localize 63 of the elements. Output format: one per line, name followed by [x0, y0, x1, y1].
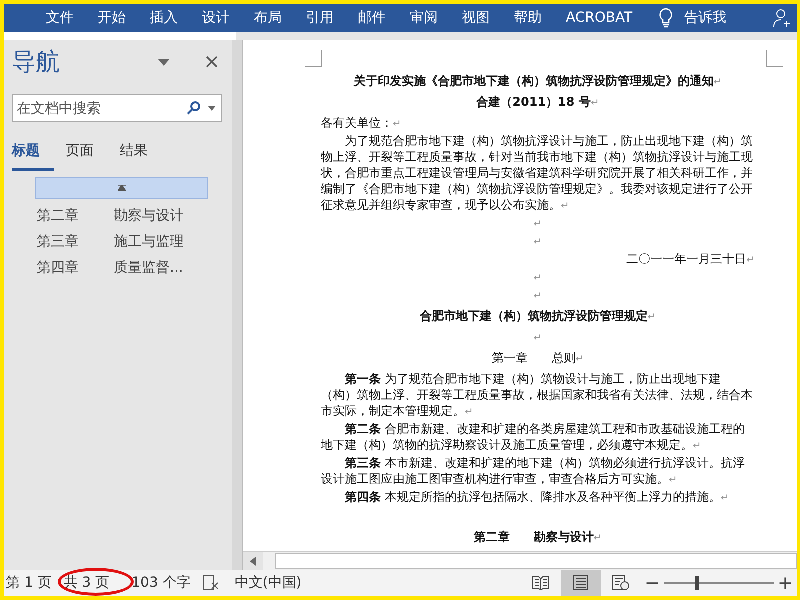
ribbon-tab[interactable]: 视图: [450, 9, 502, 27]
language-label[interactable]: 中文(中国): [234, 574, 302, 592]
search-icon[interactable]: [187, 101, 201, 115]
paragraph-mark: ↵: [532, 236, 544, 250]
collapse-triangle-icon: [118, 185, 126, 191]
search-box[interactable]: 在文档中搜索: [12, 94, 222, 122]
margin-corner-mark: [766, 50, 783, 67]
dropdown-caret-icon[interactable]: [208, 106, 216, 110]
document-paragraph: 各有关单位：↵: [321, 115, 402, 132]
ribbon-tab[interactable]: 引用: [294, 9, 346, 27]
heading-item[interactable]: 第二章 勘察与设计: [12, 203, 222, 229]
proofing-icon[interactable]: [202, 575, 221, 591]
tell-me-button[interactable]: 告诉我: [672, 9, 738, 27]
ribbon-tab[interactable]: 帮助: [502, 9, 554, 27]
document-paragraph: 合肥市地下建（构）筑物抗浮设防管理规定↵: [418, 308, 658, 325]
paragraph-mark: ↵: [532, 218, 544, 232]
ribbon-tab[interactable]: 设计: [190, 9, 242, 27]
document-paragraph: 二〇一一年一月三十日↵: [626, 251, 755, 268]
zoom-in-button[interactable]: +: [774, 572, 797, 594]
web-page-icon: [612, 575, 630, 591]
pane-title: 导航: [12, 47, 61, 78]
search-field[interactable]: 在文档中搜索: [13, 100, 187, 116]
ribbon-tab[interactable]: 插入: [138, 9, 190, 27]
ribbon-tab[interactable]: 邮件: [346, 9, 398, 27]
close-icon[interactable]: [206, 56, 218, 68]
document-paragraph: 第四条 本规定所指的抗浮包括隔水、降排水及各种平衡上浮力的措施。↵: [344, 489, 730, 506]
lightbulb-icon: [658, 8, 672, 28]
view-button[interactable]: [560, 570, 601, 596]
page-lines-icon: [572, 575, 590, 591]
ribbon-tab[interactable]: 布局: [242, 9, 294, 27]
page-number[interactable]: 第 1 页: [6, 574, 52, 592]
paragraph-mark: ↵: [532, 290, 544, 304]
heading-item[interactable]: 第四章 质量监督...: [12, 255, 222, 281]
book-icon: [532, 575, 550, 591]
document-paragraph: 为了规范合肥市地下建（构）筑物抗浮设计与施工，防止出现地下建（构）筑物上浮、开裂等工程质量事故，针对当前我市地下建（构）筑物抗浮设计与施工现状，合肥市重点工程建设管理局与安徽省建筑科学研究院开展了相关科研工作，并编制了《合肥市地下建（构）筑物抗浮设防管理规定》。我委对该规定进行了公开征求意见并组织专家审查，现予以公布实施。↵: [321, 133, 754, 214]
pane-tab[interactable]: 标题: [12, 138, 54, 171]
pane-tab[interactable]: 结果: [120, 138, 162, 171]
document-paragraph: 第三条 本市新建、改建和扩建的地下建（构）筑物必须进行抗浮设计。抗浮设计施工图应由施工图审查机构进行审查，审查合格后方可实施。↵: [321, 455, 746, 488]
ribbon-tab[interactable]: 开始: [86, 9, 138, 27]
heading-item[interactable]: 第三章 施工与监理: [12, 229, 222, 255]
person-add-icon: [773, 8, 793, 28]
document-paragraph: 第一章 总则↵: [490, 350, 586, 367]
document-paragraph: 第二条 合肥市新建、改建和扩建的各类房屋建筑工程和市政基础设施工程的地下建（构）筑物的抗浮勘察设计及施工质量管理，必须遵守本规定。↵: [321, 421, 746, 454]
paragraph-mark: ↵: [532, 332, 544, 346]
word-count[interactable]: 103 个字: [132, 574, 191, 592]
horizontal-scrollbar[interactable]: [243, 551, 797, 570]
ribbon-tab[interactable]: 文件: [34, 9, 86, 27]
page-count: 共 3 页: [64, 574, 110, 592]
document-paragraph: 第二章 勘察与设计↵: [472, 529, 604, 546]
scroll-left-button[interactable]: [243, 552, 263, 570]
document-paragraph: 第一条 为了规范合肥市地下建（构）筑物设计与施工，防止出现地下建（构）筑物上浮、开裂等工程质量事故，根据国家和我省有关法律、法规，结合本市实际，制定本管理规定。↵: [321, 371, 754, 420]
left-arrow-icon: [250, 556, 256, 566]
zoom-out-button[interactable]: −: [640, 572, 664, 594]
ribbon-tab[interactable]: 审阅: [398, 9, 450, 27]
scrollbar-thumb[interactable]: [275, 553, 797, 569]
ribbon-tab[interactable]: ACROBAT: [554, 10, 644, 26]
document-paragraph: 关于印发实施《合肥市地下建（构）筑物抗浮设防管理规定》的通知↵: [352, 73, 724, 90]
paragraph-mark: ↵: [532, 272, 544, 286]
margin-corner-mark: [305, 50, 322, 67]
zoom-slider-thumb[interactable]: [694, 576, 699, 590]
pane-tab[interactable]: 页面: [66, 138, 108, 171]
dropdown-caret-icon[interactable]: [158, 58, 170, 66]
document-paragraph: 合建（2011）18 号↵: [476, 94, 600, 111]
